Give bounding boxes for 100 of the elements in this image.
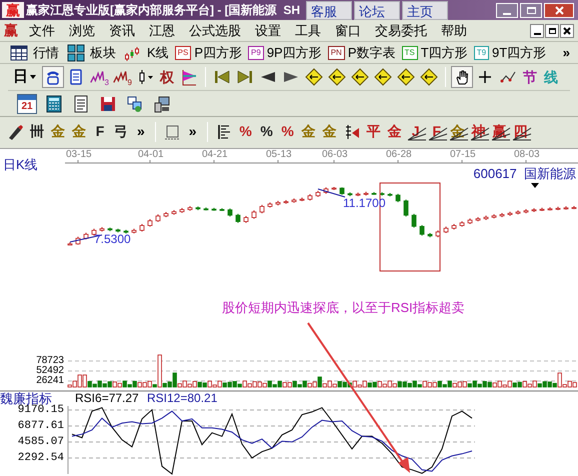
menu-item[interactable]: 江恩 — [142, 20, 182, 40]
calendar-icon[interactable]: 21 — [16, 92, 38, 114]
tag-icon: PN — [328, 46, 345, 60]
glyph-icon[interactable]: % — [236, 120, 256, 142]
menu-item[interactable]: 设置 — [248, 20, 288, 40]
candle — [564, 206, 568, 210]
menu-item[interactable]: 工具 — [288, 20, 328, 40]
window-title: 赢家江恩专业版[赢家内部服务平台] - [国新能源 SH — [26, 2, 300, 19]
menu-item[interactable]: 浏览 — [62, 20, 102, 40]
candle — [412, 213, 416, 228]
candle — [180, 208, 184, 214]
candle — [204, 207, 208, 211]
glyph-icon[interactable]: 权 — [157, 66, 177, 88]
candle — [156, 214, 160, 222]
app-logo-icon: 赢 — [2, 2, 24, 18]
blocks-icon[interactable] — [65, 42, 87, 64]
candle — [292, 198, 296, 204]
candle — [132, 228, 136, 234]
maximize-button[interactable] — [520, 2, 542, 18]
date-label: 04-01 — [138, 150, 164, 160]
period-dropdown[interactable]: 日 — [8, 66, 41, 88]
candle — [188, 206, 192, 212]
candle — [276, 200, 280, 206]
app-logo-icon: 赢 — [0, 20, 22, 41]
more-icon[interactable]: » — [132, 120, 150, 142]
volume-tick-label: 52492 — [36, 366, 64, 376]
date-label: 06-28 — [386, 150, 412, 160]
period-label: 日K线 — [3, 156, 38, 174]
candle — [308, 194, 312, 202]
axis-tick-label: 9170.15 — [18, 404, 64, 416]
candle — [340, 186, 344, 196]
toolbar-button[interactable]: 行情 — [8, 42, 59, 64]
toolbar-button[interactable]: PS P四方形 — [174, 42, 242, 62]
glyph-icon[interactable]: 卌 — [27, 120, 47, 142]
candle — [468, 218, 472, 224]
close-icon — [563, 26, 571, 34]
phone-icon[interactable] — [42, 66, 64, 88]
candle — [428, 232, 432, 238]
toolbar-button[interactable]: P9 9P四方形 — [248, 42, 322, 62]
diamond-arrow-icon[interactable] — [349, 66, 371, 88]
candle — [300, 197, 304, 202]
menu-item[interactable]: 交易委托 — [368, 20, 434, 40]
date-label: 06-03 — [322, 150, 348, 160]
candle — [452, 223, 456, 230]
menu-item[interactable]: 窗口 — [328, 20, 368, 40]
candle — [212, 207, 216, 212]
date-label: 05-13 — [266, 150, 292, 160]
candle — [484, 215, 488, 220]
glyph-icon[interactable]: 弓 — [111, 120, 131, 142]
candle — [92, 228, 96, 236]
header-link-button[interactable]: 客服 — [306, 0, 352, 20]
diamond-arrow-icon[interactable] — [303, 66, 325, 88]
more-icon[interactable]: » — [562, 42, 570, 62]
diamond-arrow-icon[interactable] — [326, 66, 348, 88]
menu-item[interactable]: 资讯 — [102, 20, 142, 40]
candle — [516, 210, 520, 215]
axis-tick-label: 6877.61 — [18, 420, 64, 432]
header-link-button[interactable]: 论坛 — [354, 0, 400, 20]
candle — [372, 192, 376, 196]
toolbar-button[interactable]: TS T四方形 — [402, 42, 468, 62]
toolbar-button[interactable]: PN P数字表 — [328, 42, 396, 62]
candle — [116, 228, 120, 233]
candle — [540, 207, 544, 212]
header-link-button[interactable]: 主页 — [402, 0, 448, 20]
tag-icon: P9 — [248, 46, 264, 60]
more-icon[interactable]: » — [184, 120, 202, 142]
candle — [124, 229, 128, 234]
candle — [436, 230, 440, 238]
toolbar-button[interactable]: 板块 — [65, 42, 116, 64]
date-label: 08-03 — [514, 150, 540, 160]
date-label: 03-15 — [66, 150, 92, 160]
menu-item[interactable]: 帮助 — [434, 20, 474, 40]
close-button[interactable] — [560, 24, 574, 38]
toolbar-button[interactable]: T9 9T四方形 — [474, 42, 546, 62]
glyph-icon[interactable]: % — [278, 120, 298, 142]
candle — [172, 210, 176, 216]
glyph-icon[interactable]: 金 — [298, 120, 319, 142]
glyph-icon[interactable]: F — [90, 120, 110, 142]
glyph-icon[interactable]: 金 — [320, 120, 340, 142]
hand-icon[interactable] — [451, 66, 473, 88]
glyph-icon[interactable]: 金 — [384, 120, 405, 142]
minimize-button[interactable] — [530, 24, 544, 38]
caret-icon — [30, 75, 36, 79]
menu-item[interactable]: 公式选股 — [182, 20, 248, 40]
candle — [460, 220, 464, 228]
restore-button[interactable] — [545, 24, 559, 38]
price-label: 7.5300 — [94, 233, 131, 246]
toolbar-button[interactable]: K线 — [122, 42, 169, 64]
diamond-arrow-icon[interactable] — [418, 66, 440, 88]
glyph-icon[interactable]: % — [256, 120, 277, 142]
glyph-icon[interactable]: 平 — [364, 120, 384, 142]
diamond-arrow-icon[interactable] — [395, 66, 417, 88]
glyph-icon[interactable]: 金 — [69, 120, 89, 142]
menu-item[interactable]: 文件 — [22, 20, 62, 40]
candle — [324, 186, 328, 194]
diamond-arrow-icon[interactable] — [372, 66, 394, 88]
candle — [284, 200, 288, 204]
glyph-icon[interactable]: 金 — [48, 120, 68, 142]
glyph-icon[interactable]: 节 — [520, 66, 540, 88]
candle — [84, 232, 88, 240]
